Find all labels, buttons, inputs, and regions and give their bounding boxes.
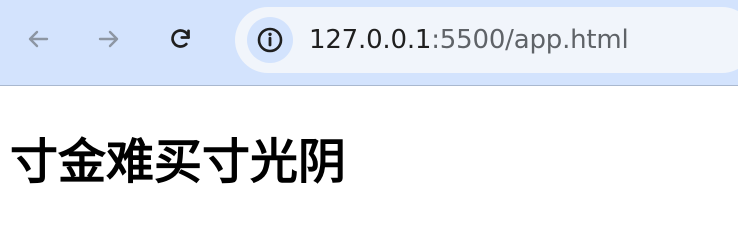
info-icon — [257, 27, 283, 53]
address-bar[interactable]: 127.0.0.1:5500/app.html — [235, 7, 738, 73]
reload-icon — [171, 29, 190, 48]
url-host: 127.0.0.1 — [309, 25, 432, 55]
browser-toolbar: 127.0.0.1:5500/app.html — [0, 0, 738, 86]
reload-button[interactable] — [160, 18, 202, 60]
back-button[interactable] — [17, 18, 59, 60]
page-heading: 寸金难买寸光阴 — [10, 134, 347, 190]
arrow-right-icon — [98, 30, 119, 48]
site-info-button[interactable] — [247, 17, 293, 63]
url-path: :5500/app.html — [431, 25, 629, 55]
arrow-left-icon — [28, 30, 49, 48]
forward-button[interactable] — [88, 18, 130, 60]
url-text[interactable]: 127.0.0.1:5500/app.html — [309, 24, 629, 56]
page-content: 寸金难买寸光阴 — [0, 87, 738, 232]
